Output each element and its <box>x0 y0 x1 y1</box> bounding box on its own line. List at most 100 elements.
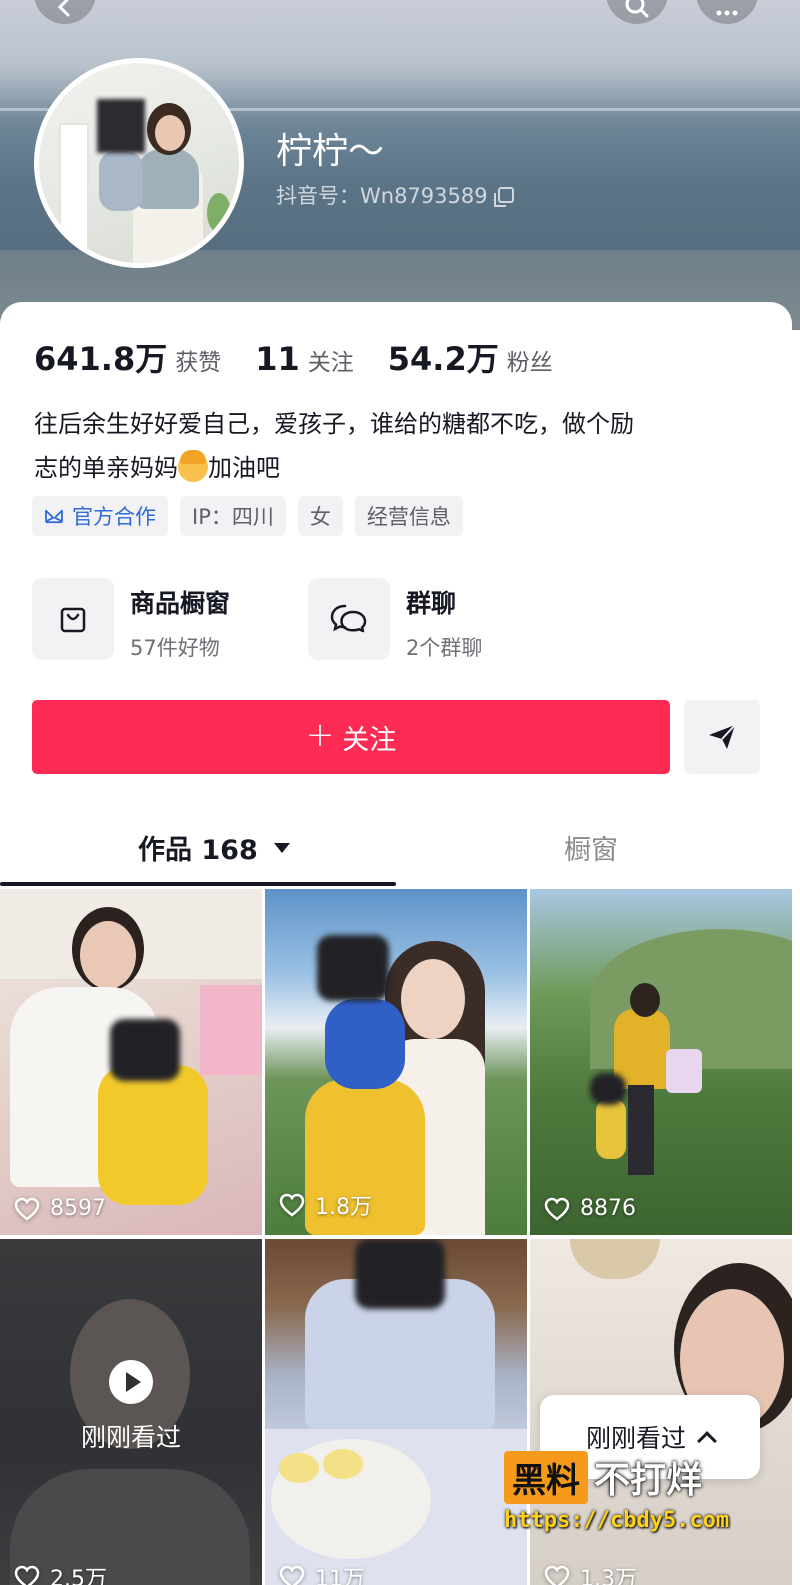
stat-likes-label: 获赞 <box>175 350 222 376</box>
shortcut-shop-window[interactable]: 商品橱窗 57件好物 <box>32 578 308 662</box>
nickname: 柠柠～ <box>276 131 385 172</box>
active-tab-underline <box>0 882 396 886</box>
recently-viewed-overlay: 刚刚看过 <box>0 1239 262 1585</box>
tab-works[interactable]: 作品 168 <box>138 828 290 867</box>
profile-tags: 官方合作 IP：四川 女 经营信息 <box>32 496 463 536</box>
profile-shortcuts: 商品橱窗 57件好物 群聊 2个群聊 <box>32 578 584 662</box>
video-likes-count: 1.3万 <box>580 1567 637 1585</box>
copy-icon[interactable] <box>493 187 514 207</box>
chat-bubbles-icon <box>330 604 367 633</box>
video-woman-legs <box>628 1085 654 1175</box>
video-likes: 8876 <box>544 1196 636 1221</box>
play-icon <box>109 1360 153 1404</box>
bio-line-2-start: 志的单亲妈妈 <box>34 454 178 482</box>
bio-line-2-end: 加油吧 <box>208 454 280 482</box>
shop-window-icon-box <box>32 578 114 660</box>
bio: 往后余生好好爱自己，爱孩子，谁给的糖都不吃，做个励 志的单亲妈妈 加油吧 <box>34 402 754 490</box>
video-tart <box>279 1453 319 1483</box>
video-tile[interactable]: 8876 <box>530 889 792 1235</box>
group-chat-icon-box <box>308 578 390 660</box>
recently-viewed-label: 刚刚看过 <box>80 1423 181 1452</box>
search-icon <box>625 0 649 18</box>
video-child-blurred-face <box>317 935 389 1001</box>
shop-window-count: 57件好物 <box>130 636 220 660</box>
tab-shop-window[interactable]: 橱窗 <box>564 828 618 867</box>
watermark-url: https://cbdy5.com <box>504 1508 730 1533</box>
group-chat-count: 2个群聊 <box>406 636 483 660</box>
stat-followers[interactable]: 54.2万 粉丝 <box>388 334 553 380</box>
handshake-icon <box>45 509 63 524</box>
bio-line-1: 往后余生好好爱自己，爱孩子，谁给的糖都不吃，做个励 <box>34 410 634 438</box>
stat-following[interactable]: 11 关注 <box>255 340 354 378</box>
video-bag <box>666 1049 702 1093</box>
tag-official-label: 官方合作 <box>72 505 156 529</box>
video-pink-rail <box>200 985 262 1075</box>
stat-likes-value: 641.8万 <box>34 340 168 378</box>
back-icon <box>57 0 70 17</box>
video-tile[interactable]: 11万 <box>265 1239 527 1585</box>
video-child-blurred-face <box>590 1073 626 1105</box>
bio-line-2: 志的单亲妈妈 加油吧 <box>34 446 754 490</box>
video-likes: 8597 <box>14 1196 106 1221</box>
more-icon <box>716 10 738 16</box>
video-likes-count: 8876 <box>580 1196 636 1221</box>
avatar-figure-top <box>137 149 199 209</box>
heart-icon <box>544 1565 570 1585</box>
shop-window-text: 商品橱窗 57件好物 <box>130 578 230 662</box>
video-likes: 1.3万 <box>544 1561 637 1585</box>
watermark: 黑料 不打烊 <box>504 1447 764 1507</box>
avatar-figure-face <box>155 115 185 151</box>
plus-icon: + <box>305 715 335 755</box>
heart-icon <box>279 1565 305 1585</box>
avatar-child-blurred-face <box>97 99 145 153</box>
shopping-bag-icon <box>60 607 86 633</box>
stat-followers-label: 粉丝 <box>506 350 553 376</box>
shortcut-group-chat[interactable]: 群聊 2个群聊 <box>308 578 584 662</box>
video-tile[interactable]: 8597 <box>0 889 262 1235</box>
video-child-blurred-face <box>110 1019 180 1081</box>
video-child <box>596 1099 626 1159</box>
watermark-text: 不打烊 <box>594 1460 703 1501</box>
tag-gender: 女 <box>297 496 343 536</box>
video-likes: 11万 <box>279 1561 365 1585</box>
follow-button[interactable]: + 关注 <box>32 700 670 774</box>
stat-following-label: 关注 <box>307 350 354 376</box>
heart-icon <box>14 1565 40 1585</box>
content-tabs: 作品 168 橱窗 <box>0 816 792 886</box>
video-likes-count: 11万 <box>315 1567 365 1585</box>
stat-likes[interactable]: 641.8万 获赞 <box>34 334 221 380</box>
video-woman-face <box>80 921 136 989</box>
tag-official-cooperation[interactable]: 官方合作 <box>32 496 168 536</box>
douyin-id[interactable]: 抖音号：Wn8793589 <box>276 180 514 210</box>
video-woman-face <box>401 959 465 1039</box>
video-child-shirt <box>98 1065 208 1205</box>
group-chat-title: 群聊 <box>406 589 457 618</box>
video-likes-count: 2.5万 <box>50 1567 107 1585</box>
avatar[interactable] <box>34 58 244 268</box>
avatar-shelf <box>59 123 89 263</box>
video-woman-head <box>630 983 660 1017</box>
send-message-button[interactable] <box>684 700 760 774</box>
watermark-badge: 黑料 <box>504 1450 588 1504</box>
douyin-id-text: 抖音号：Wn8793589 <box>276 184 488 208</box>
video-tile[interactable]: 1.8万 <box>265 889 527 1235</box>
tag-business-info[interactable]: 经营信息 <box>354 496 463 536</box>
stat-following-value: 11 <box>255 340 300 378</box>
heart-icon <box>279 1193 305 1217</box>
heart-icon <box>544 1197 570 1221</box>
avatar-plant <box>207 193 231 233</box>
avatar-child-body <box>99 151 143 211</box>
video-child-jacket <box>325 999 405 1089</box>
video-likes-count: 8597 <box>50 1196 106 1221</box>
send-icon <box>709 724 736 749</box>
woman-emoji-icon <box>178 450 208 482</box>
heart-icon <box>14 1197 40 1221</box>
tag-ip: IP：四川 <box>180 496 286 536</box>
video-tile[interactable]: 刚刚看过 2.5万 <box>0 1239 262 1585</box>
video-child-blurred-face <box>355 1239 445 1309</box>
group-chat-text: 群聊 2个群聊 <box>406 578 482 662</box>
profile-stats: 641.8万 获赞 11 关注 54.2万 粉丝 <box>34 334 587 380</box>
video-likes-count: 1.8万 <box>315 1195 372 1220</box>
video-tart <box>323 1449 363 1479</box>
stat-followers-value: 54.2万 <box>387 340 499 378</box>
